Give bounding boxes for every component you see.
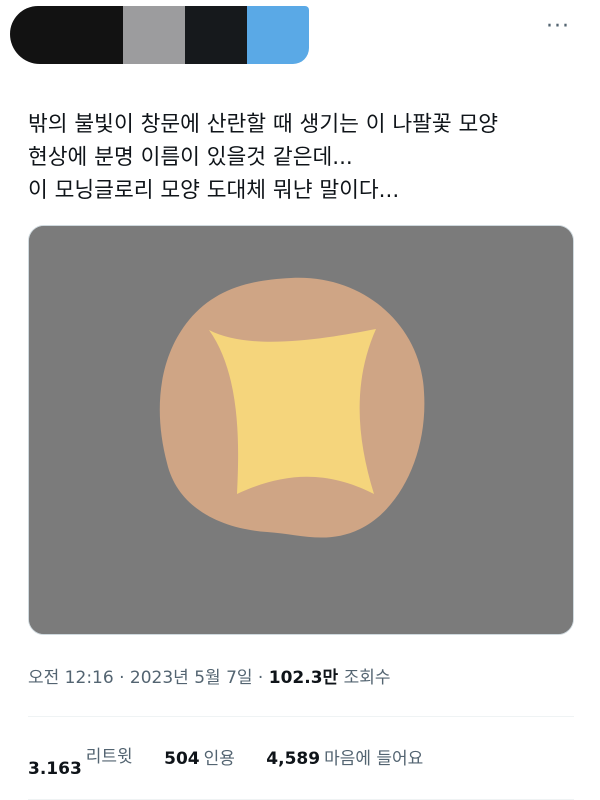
tweet-time[interactable]: 오전 12:16	[28, 668, 114, 688]
engagement-stats: 3.163리트윗 504 인용 4,589 마음에 들어요	[28, 744, 449, 779]
tweet-text: 밖의 불빛이 창문에 산란할 때 생기는 이 나팔꽃 모양 현상에 분명 이름이…	[28, 108, 578, 207]
like-label: 마음에 들어요	[324, 749, 424, 769]
view-count: 102.3만	[268, 668, 339, 688]
divider	[28, 716, 574, 717]
quotes-stat[interactable]: 504 인용	[164, 744, 235, 769]
redacted-verified-badge	[247, 6, 309, 64]
retweet-count: 3.163	[28, 759, 82, 779]
meta-separator: ·	[113, 668, 130, 688]
retweet-label: 리트윗	[85, 747, 133, 767]
tweet-image[interactable]	[28, 225, 574, 635]
more-horizontal-icon[interactable]: ···	[546, 14, 570, 39]
retweets-stat[interactable]: 3.163리트윗	[28, 744, 133, 779]
redacted-name-block	[185, 6, 249, 64]
light-flare-illustration	[29, 226, 573, 634]
tweet-header: ···	[0, 0, 600, 80]
tweet-text-line: 현상에 분명 이름이 있을것 같은데...	[28, 145, 353, 170]
like-count: 4,589	[266, 749, 321, 769]
tweet-text-line: 이 모닝글로리 모양 도대체 뭐냔 말이다...	[28, 178, 400, 203]
likes-stat[interactable]: 4,589 마음에 들어요	[266, 744, 423, 769]
tweet-meta: 오전 12:16 · 2023년 5월 7일 · 102.3만 조회수	[28, 663, 391, 688]
tweet-date[interactable]: 2023년 5월 7일	[130, 668, 253, 688]
redacted-name-block	[123, 6, 185, 64]
tweet-text-line: 밖의 불빛이 창문에 산란할 때 생기는 이 나팔꽃 모양	[28, 112, 499, 137]
redacted-avatar	[10, 6, 125, 64]
quote-label: 인용	[203, 749, 235, 769]
quote-count: 504	[164, 749, 200, 769]
view-count-label: 조회수	[338, 668, 391, 688]
meta-separator: ·	[252, 668, 269, 688]
